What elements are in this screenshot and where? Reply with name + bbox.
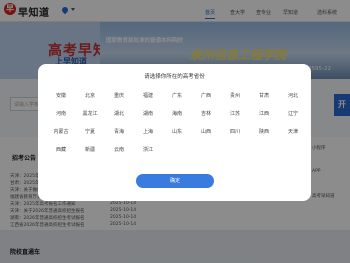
province-option[interactable]: 黑龙江 — [78, 111, 102, 118]
province-option[interactable]: 江苏 — [223, 111, 247, 118]
province-option[interactable]: 山东 — [165, 129, 189, 136]
province-option[interactable]: 青海 — [107, 129, 131, 136]
province-option[interactable]: 湖北 — [107, 111, 131, 118]
province-option[interactable]: 江西 — [252, 111, 276, 118]
province-option[interactable]: 安徽 — [49, 93, 73, 100]
province-option[interactable]: 广西 — [194, 93, 218, 100]
province-option[interactable]: 内蒙古 — [49, 129, 73, 136]
confirm-button[interactable]: 确定 — [136, 174, 214, 188]
province-option[interactable]: 陕西 — [252, 129, 276, 136]
province-option[interactable]: 湖南 — [136, 111, 160, 118]
province-select-dialog: 请选择你所在的高考省份 安徽 北京 重庆 福建 广东 广西 贵州 甘肃 河北 河… — [38, 64, 311, 201]
province-option[interactable]: 浙江 — [136, 147, 160, 154]
province-option[interactable]: 四川 — [223, 129, 247, 136]
province-option[interactable]: 上海 — [136, 129, 160, 136]
province-option[interactable]: 辽宁 — [281, 111, 305, 118]
province-option[interactable]: 河北 — [281, 93, 305, 100]
province-option[interactable]: 云南 — [107, 147, 131, 154]
province-option[interactable]: 吉林 — [194, 111, 218, 118]
province-option[interactable]: 海南 — [165, 111, 189, 118]
province-option[interactable]: 西藏 — [49, 147, 73, 154]
province-option[interactable]: 新疆 — [78, 147, 102, 154]
province-option[interactable]: 天津 — [281, 129, 305, 136]
province-option[interactable]: 宁夏 — [78, 129, 102, 136]
province-option[interactable]: 山西 — [194, 129, 218, 136]
province-option[interactable]: 福建 — [136, 93, 160, 100]
province-option[interactable]: 贵州 — [223, 93, 247, 100]
dialog-title: 请选择你所在的高考省份 — [144, 74, 205, 80]
province-option[interactable]: 重庆 — [107, 93, 131, 100]
province-option[interactable]: 甘肃 — [252, 93, 276, 100]
province-option[interactable]: 北京 — [78, 93, 102, 100]
province-option[interactable]: 广东 — [165, 93, 189, 100]
province-option[interactable]: 河南 — [49, 111, 73, 118]
